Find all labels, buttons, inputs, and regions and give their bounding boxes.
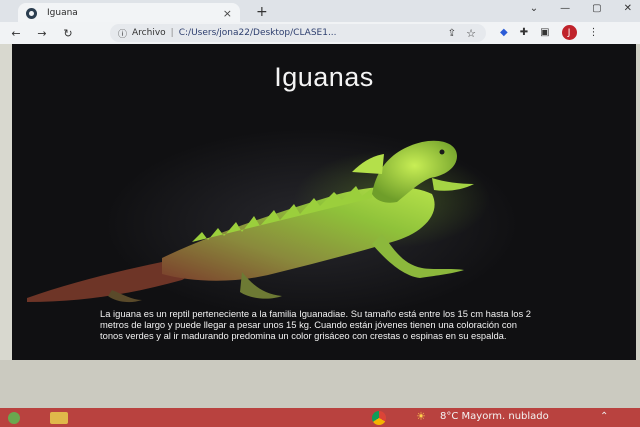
info-icon[interactable]: ⓘ xyxy=(118,27,127,40)
minimize-button[interactable]: — xyxy=(560,3,570,14)
background-window-edge xyxy=(0,44,12,360)
bookmark-star-icon[interactable]: ☆ xyxy=(466,27,476,40)
tab-iguana[interactable]: Iguana × xyxy=(18,3,240,23)
page-viewport: Iguanas La iguana es un reptil perteneci… xyxy=(12,44,636,360)
url-text[interactable]: C:/Users/jona22/Desktop/CLASE1... xyxy=(179,28,337,38)
tab-strip: Iguana × + ⌄ — ▢ ✕ xyxy=(0,0,640,23)
address-bar[interactable]: ⓘ Archivo | C:/Users/jona22/Desktop/CLAS… xyxy=(110,24,486,42)
tray-icon[interactable]: ⌃ xyxy=(600,411,608,422)
weather-icon[interactable]: ☀ xyxy=(416,410,426,423)
puzzle-icon[interactable]: ✚ xyxy=(520,27,528,38)
temperature: 8°C xyxy=(440,411,459,422)
os-taskbar: ☀ 8°C Mayorm. nublado ⌃ xyxy=(0,408,640,427)
page-title: Iguanas xyxy=(274,62,374,92)
window-controls: ⌄ — ▢ ✕ xyxy=(530,3,632,14)
browser-toolbar: ← → ↻ ⓘ Archivo | C:/Users/jona22/Deskto… xyxy=(0,22,640,44)
close-window-button[interactable]: ✕ xyxy=(624,3,632,14)
forward-button[interactable]: → xyxy=(32,27,52,40)
weather-label: Mayorm. nublado xyxy=(461,411,549,422)
folder-icon[interactable] xyxy=(50,411,68,424)
sidepanel-icon[interactable]: ▣ xyxy=(540,27,549,38)
profile-avatar[interactable]: J xyxy=(561,25,577,40)
tab-close-button[interactable]: × xyxy=(223,7,232,20)
security-label: Archivo xyxy=(132,28,166,38)
share-icon[interactable]: ⇪ xyxy=(448,28,456,39)
start-icon[interactable] xyxy=(8,411,20,424)
reload-button[interactable]: ↻ xyxy=(58,27,78,40)
weather-widget[interactable]: 8°C Mayorm. nublado xyxy=(440,411,549,422)
globe-icon xyxy=(26,7,37,19)
back-button[interactable]: ← xyxy=(6,27,26,40)
maximize-button[interactable]: ▢ xyxy=(592,3,601,14)
extension-icon[interactable]: ◆ xyxy=(500,27,508,38)
tab-title: Iguana xyxy=(47,8,78,18)
divider: | xyxy=(170,28,174,38)
tab-search-button[interactable]: ⌄ xyxy=(530,3,538,14)
menu-icon[interactable]: ⋮ xyxy=(589,27,599,38)
monitor-area xyxy=(0,360,640,408)
iguana-description: La iguana es un reptil perteneciente a l… xyxy=(100,308,532,342)
chrome-icon[interactable] xyxy=(372,411,386,425)
extension-area: ◆ ✚ ▣ J ⋮ xyxy=(500,25,599,40)
new-tab-button[interactable]: + xyxy=(256,4,268,20)
